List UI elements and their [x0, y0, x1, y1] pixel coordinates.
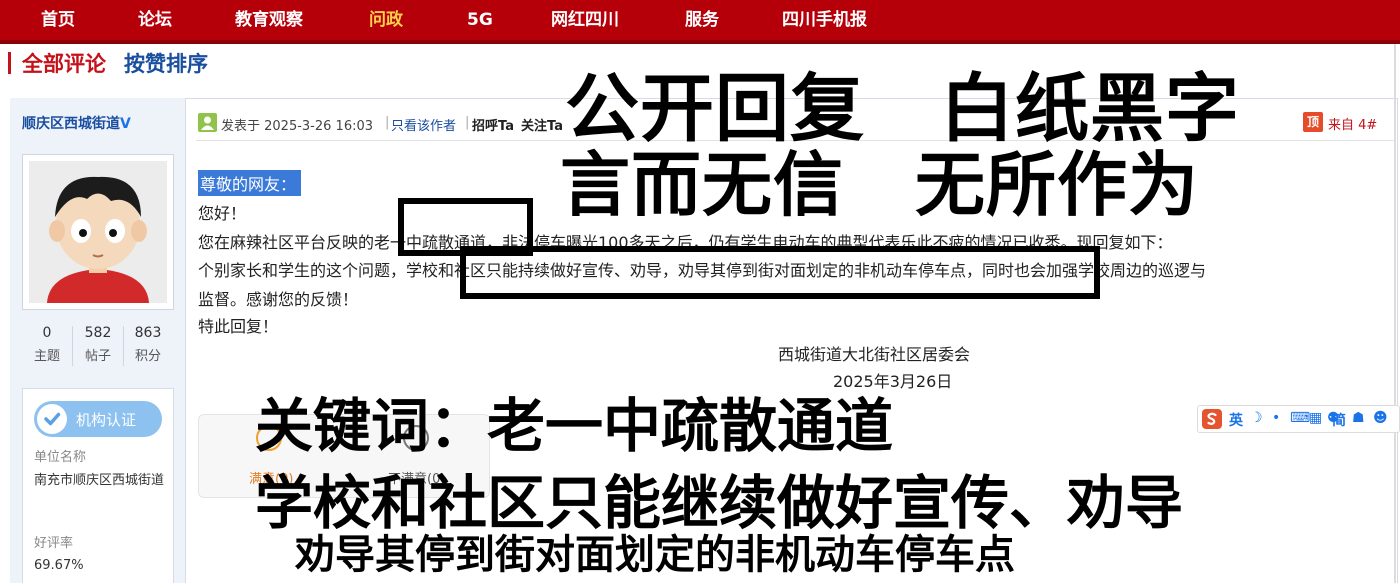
skin-icon[interactable]: ☗ [1352, 410, 1365, 426]
nav-item-home[interactable]: 首页 [41, 0, 75, 40]
check-icon [37, 404, 67, 434]
stat-topics-label: 主题 [33, 349, 60, 364]
rating-value: 69.67% [34, 558, 84, 573]
post-line-5: 特此回复！ [198, 317, 279, 336]
stat-topics-value: 0 [42, 325, 52, 341]
tab-sort-by-likes[interactable]: 按赞排序 [124, 48, 208, 78]
signature-date: 2025年3月26日 [833, 372, 953, 391]
nav-item-wanghong[interactable]: 网红四川 [551, 0, 619, 40]
overlay-school-line: 学校和社区只能继续做好宣传、劝导 [255, 469, 1184, 537]
overlay-persuade-line: 劝导其停到街对面划定的非机动车停车点 [295, 532, 1015, 578]
avatar-icon [29, 161, 167, 303]
stat-points-value: 863 [134, 325, 162, 341]
keyboard-icon[interactable]: ⌨ [1290, 410, 1310, 426]
stat-posts-label: 帖子 [84, 349, 111, 364]
stat-divider [123, 326, 124, 366]
nav-item-wenzheng[interactable]: 问政 [369, 0, 403, 40]
stat-points[interactable]: 863 积分 [125, 325, 171, 364]
follow-button[interactable]: 关注Ta [521, 115, 563, 134]
settings-icon[interactable]: ☻ [1373, 410, 1388, 426]
floor-number[interactable]: 来自 4# [1328, 114, 1377, 133]
overlay-headline-1: 公开回复 白纸黑字 [565, 66, 1240, 152]
overlay-keyword: 关键词：老一中疏散通道 [255, 392, 894, 460]
post-line-1: 您好！ [198, 204, 247, 223]
punctuation-icon[interactable]: • [1272, 410, 1280, 426]
top-nav: 首页 论坛 教育观察 问政 5G 网红四川 服务 四川手机报 [0, 0, 1400, 44]
greet-button[interactable]: 招呼Ta [472, 115, 514, 134]
author-name-text: 顺庆区西城街道 [22, 116, 120, 132]
unit-name-label: 单位名称 [34, 450, 87, 465]
org-cert-label: 机构认证 [76, 411, 137, 429]
ime-lang-toggle[interactable]: 英 [1229, 410, 1243, 430]
rating-label: 好评率 [34, 536, 74, 551]
section-marker [8, 52, 11, 74]
nav-item-5g[interactable]: 5G [467, 0, 493, 40]
header-separator: | [385, 115, 390, 130]
top-icon[interactable]: 顶 [1303, 112, 1323, 132]
verified-icon: V [120, 116, 131, 132]
sogou-logo-icon[interactable] [1202, 409, 1222, 429]
stat-topics[interactable]: 0 主题 [24, 325, 70, 364]
tab-all-comments[interactable]: 全部评论 [22, 48, 106, 78]
signature-org: 西城街道大北街社区居委会 [778, 345, 971, 364]
only-author-link[interactable]: 只看该作者 [391, 115, 456, 134]
nav-item-service[interactable]: 服务 [685, 0, 719, 40]
avatar[interactable] [22, 154, 174, 310]
stat-points-label: 积分 [134, 349, 161, 364]
post-timestamp: 发表于 2025-3-26 16:03 [221, 119, 374, 134]
moon-icon[interactable]: ☽ [1250, 410, 1263, 426]
toolbox-icon[interactable]: ▦ [1309, 410, 1322, 426]
post-salutation: 尊敬的网友： [198, 170, 302, 196]
post-line-4: 监督。感谢您的反馈！ [198, 290, 359, 309]
stat-divider [72, 326, 73, 366]
author-name[interactable]: 顺庆区西城街道V [22, 113, 131, 133]
overlay-headline-2: 言而无信 无所作为 [560, 144, 1199, 226]
simplified-toggle[interactable]: 简 [1332, 410, 1346, 430]
nav-item-forum[interactable]: 论坛 [138, 0, 172, 40]
stat-posts[interactable]: 582 帖子 [75, 325, 121, 364]
post-icon [198, 113, 217, 132]
stat-posts-value: 582 [84, 325, 112, 341]
unit-name-value: 南充市顺庆区西城街道 [34, 473, 165, 488]
nav-item-education[interactable]: 教育观察 [235, 0, 303, 40]
nav-bottom-line [0, 40, 1400, 44]
header-separator: | [465, 115, 470, 130]
highlight-frame-reply [460, 246, 1100, 299]
nav-item-mobile-paper[interactable]: 四川手机报 [782, 0, 867, 40]
